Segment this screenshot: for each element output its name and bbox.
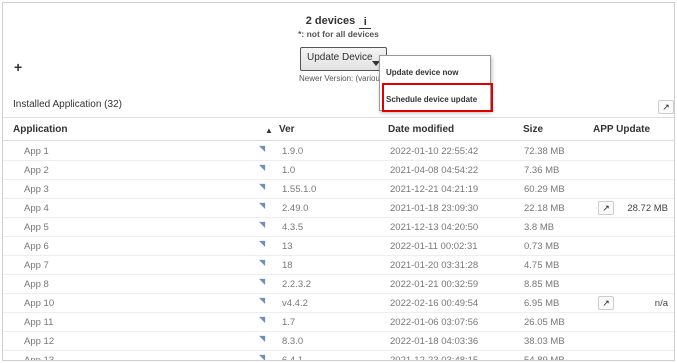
table-row[interactable]: App 8 ◥ 2.2.3.2 2022-01-21 00:32:59 8.85 MB [3, 275, 674, 294]
table-row[interactable]: App 7 ◥ 18 2021-01-20 03:31:28 4.75 MB [3, 256, 674, 275]
app-date-modified: 2021-04-08 04:54:22 [390, 165, 479, 176]
app-update-size: 28.72 MB [627, 203, 668, 214]
device-panel: 2 devices i *: not for all devices + Upda… [2, 2, 675, 361]
app-date-modified: 2022-01-21 00:32:59 [390, 279, 479, 290]
highlight-box [382, 83, 493, 112]
installed-apps-label: Installed Application (32) [13, 99, 122, 110]
app-file-icon: ◥ [259, 258, 266, 267]
app-size: 60.29 MB [524, 184, 565, 195]
app-file-icon: ◥ [259, 163, 266, 172]
table-row[interactable]: App 5 ◥ 4.3.5 2021-12-13 04:20:50 3.8 MB [3, 218, 674, 237]
app-version: v4.4.2 [282, 298, 308, 309]
app-date-modified: 2021-12-23 03:48:15 [390, 355, 479, 361]
table-row[interactable]: App 12 ◥ 8.3.0 2022-01-18 04:03:36 38.03 MB [3, 332, 674, 351]
col-application[interactable]: Application [13, 124, 67, 135]
app-size: 38.03 MB [524, 336, 565, 347]
app-name: App 6 [24, 241, 49, 252]
app-version: 4.3.5 [282, 222, 304, 233]
app-date-modified: 2021-12-13 04:20:50 [390, 222, 479, 233]
app-version: 2.2.3.2 [282, 279, 312, 290]
app-date-modified: 2022-01-06 03:07:56 [390, 317, 479, 328]
app-name: App 2 [24, 165, 49, 176]
devices-note: *: not for all devices [298, 29, 379, 39]
app-version: 8.3.0 [282, 336, 304, 347]
app-date-modified: 2022-02-16 00:49:54 [390, 298, 479, 309]
update-device-button[interactable]: Update Device [300, 47, 387, 71]
app-name: App 5 [24, 222, 49, 233]
app-name: App 12 [24, 336, 55, 347]
app-version: 2.49.0 [282, 203, 309, 214]
app-size: 26.05 MB [524, 317, 565, 328]
app-version: 13 [282, 241, 293, 252]
app-size: 72.38 MB [524, 146, 565, 157]
app-file-icon: ◥ [259, 353, 266, 361]
app-version: 6.4.1 [282, 355, 304, 361]
app-size: 6.95 MB [524, 298, 560, 309]
app-date-modified: 2021-12-21 04:21:19 [390, 184, 479, 195]
update-device-label: Update Device [307, 52, 373, 63]
app-date-modified: 2022-01-11 00:02:31 [390, 241, 478, 252]
devices-title: 2 devices i [3, 15, 674, 29]
app-name: App 1 [24, 146, 49, 157]
app-name: App 13 [24, 355, 55, 361]
table-row[interactable]: App 11 ◥ 1.7 2022-01-06 03:07:56 26.05 MB [3, 313, 674, 332]
app-name: App 4 [24, 203, 49, 214]
app-file-icon: ◥ [259, 296, 266, 305]
table-row[interactable]: App 4 ◥ 2.49.0 2021-01-18 23:09:30 22.18 MB ↗… [3, 199, 674, 218]
app-file-icon: ◥ [259, 201, 266, 210]
col-size[interactable]: Size [523, 124, 543, 135]
app-size: 3.8 MB [524, 222, 555, 233]
app-version: 1.9.0 [282, 146, 304, 157]
table-row[interactable]: App 3 ◥ 1.55.1.0 2021-12-21 04:21:19 60.29 M… [3, 180, 674, 199]
app-size: 4.75 MB [524, 260, 560, 271]
col-app-update[interactable]: APP Update [593, 124, 650, 135]
app-name: App 3 [24, 184, 49, 195]
info-icon[interactable]: i [359, 17, 372, 29]
app-size: 7.36 MB [524, 165, 560, 176]
app-name: App 7 [24, 260, 49, 271]
app-date-modified: 2021-01-18 23:09:30 [390, 203, 479, 214]
menu-item-update-now[interactable]: Update device now [386, 68, 458, 77]
newer-version-text: Newer Version: (various) [299, 74, 387, 83]
app-file-icon: ◥ [259, 277, 266, 286]
app-file-icon: ◥ [259, 182, 266, 191]
sort-asc-icon[interactable]: ▲ [265, 126, 273, 135]
app-version: 1.55.1.0 [282, 184, 317, 195]
app-version: 18 [282, 260, 293, 271]
app-size: 22.18 MB [524, 203, 565, 214]
table-row[interactable]: App 10 ◥ v4.4.2 2022-02-16 00:49:54 6.95 MB ↗… [3, 294, 674, 313]
col-date-modified[interactable]: Date modified [388, 124, 454, 135]
table-row[interactable]: App 13 ◥ 6.4.1 2021-12-23 03:48:15 54.89 MB [3, 351, 674, 361]
app-date-modified: 2022-01-18 04:03:36 [390, 336, 479, 347]
col-ver[interactable]: Ver [279, 124, 295, 135]
add-button[interactable]: + [14, 59, 22, 75]
table-row[interactable]: App 1 ◥ 1.9.0 2022-01-10 22:55:42 72.38 MB [3, 142, 674, 161]
table-row[interactable]: App 2 ◥ 1.0 2021-04-08 04:54:22 7.36 MB [3, 161, 674, 180]
app-version: 1.0 [282, 165, 296, 176]
app-file-icon: ◥ [259, 334, 266, 343]
devices-count: 2 devices [305, 15, 356, 27]
app-name: App 8 [24, 279, 49, 290]
app-version: 1.7 [282, 317, 296, 328]
app-date-modified: 2021-01-20 03:31:28 [390, 260, 479, 271]
app-name: App 11 [24, 317, 54, 328]
app-size: 8.85 MB [524, 279, 560, 290]
trend-icon[interactable]: ↗ [658, 100, 674, 114]
trend-icon[interactable]: ↗ [598, 296, 614, 310]
app-size: 0.73 MB [524, 241, 560, 252]
app-file-icon: ◥ [259, 220, 266, 229]
app-file-icon: ◥ [259, 144, 266, 153]
app-size: 54.89 MB [524, 355, 565, 361]
table-row[interactable]: App 6 ◥ 13 2022-01-11 00:02:31 0.73 MB [3, 237, 674, 256]
table-header: Application ▲ Ver Date modified Size APP… [3, 117, 674, 141]
trend-icon[interactable]: ↗ [598, 201, 614, 215]
app-date-modified: 2022-01-10 22:55:42 [390, 146, 479, 157]
app-update-size: n/a [654, 298, 668, 309]
app-name: App 10 [24, 298, 55, 309]
app-file-icon: ◥ [259, 239, 266, 248]
app-file-icon: ◥ [259, 315, 266, 324]
